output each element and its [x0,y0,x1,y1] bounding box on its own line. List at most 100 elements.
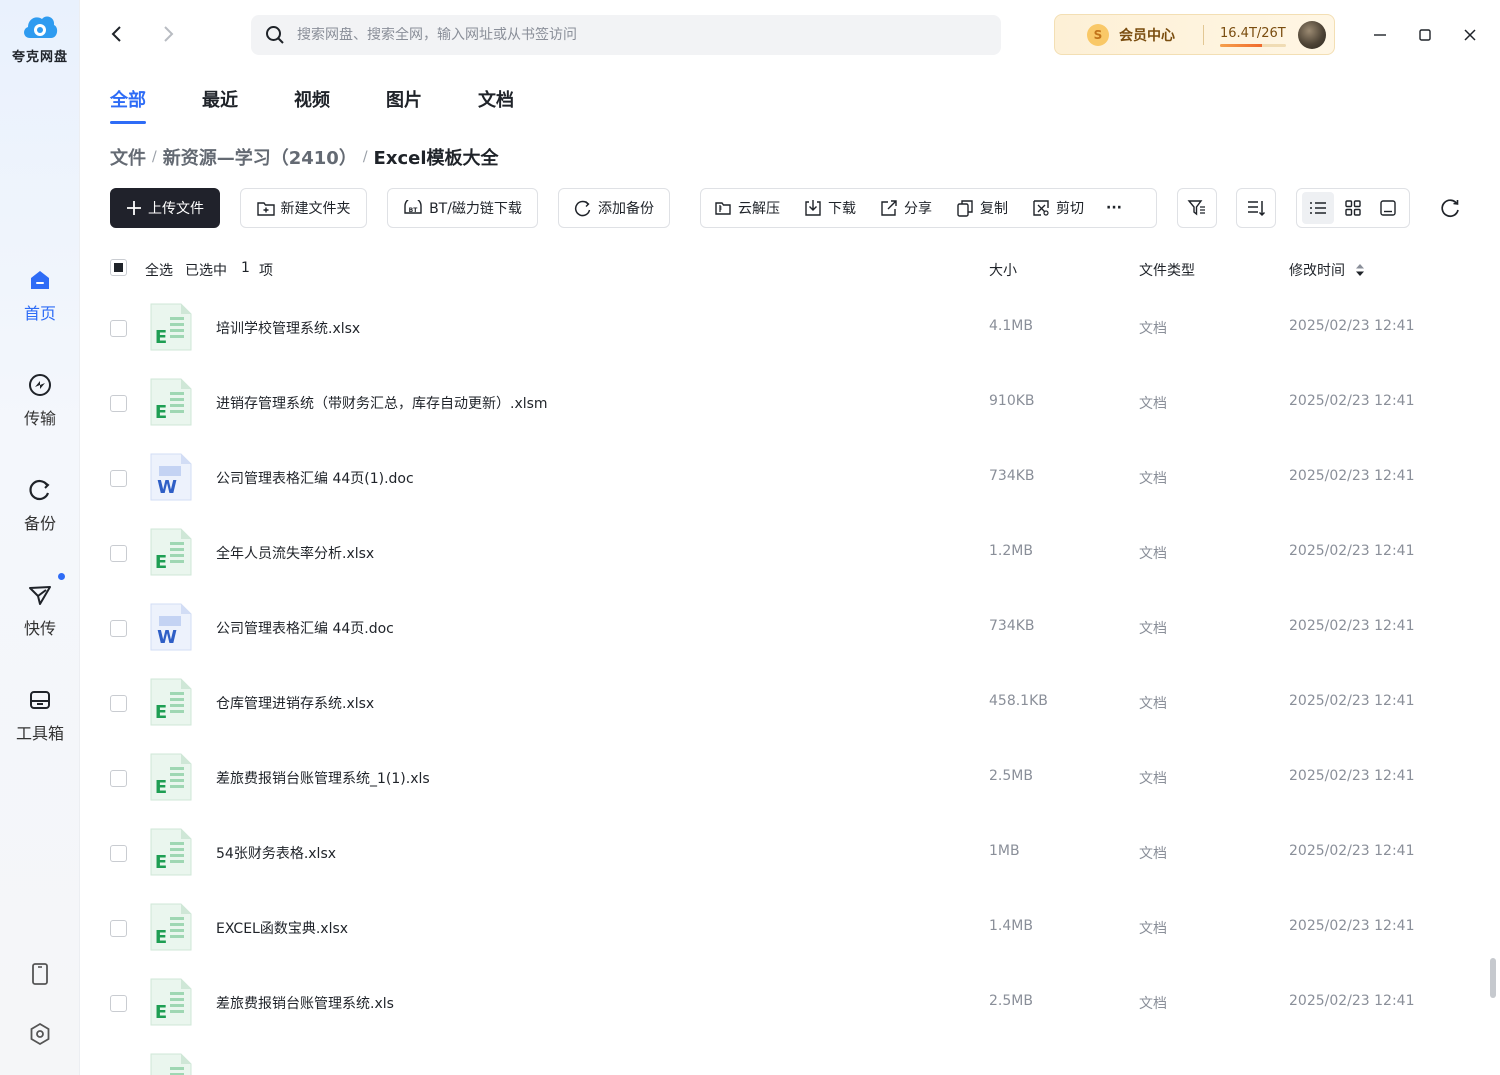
vip-coin-icon: S [1087,23,1109,46]
download-button[interactable]: 下载 [804,198,856,218]
file-name[interactable]: 差旅费报销台账管理系统_1(1).xls [216,768,430,788]
row-checkbox[interactable] [110,470,127,487]
grid-view-button[interactable] [1337,192,1369,224]
vip-center-button[interactable]: S 会员中心 16.4T/26T [1054,14,1335,55]
file-name[interactable]: 公司管理表格汇编 44页.doc [216,618,394,638]
table-row[interactable]: E 培训学校管理系统.xlsx 4.1MB 文档 2025/02/23 12:41 [80,290,1490,365]
table-row[interactable]: E 差旅费报销台账管理系统.xls 2.5MB 文档 2025/02/23 12:41 [80,965,1490,1040]
large-view-button[interactable] [1372,192,1404,224]
app-name: 夸克网盘 [11,50,68,65]
cut-button[interactable]: 剪切 [1032,198,1084,218]
more-button[interactable]: ··· [1106,200,1122,216]
row-checkbox[interactable] [110,395,127,412]
tab-images[interactable]: 图片 [386,86,422,124]
selected-suffix: 项 [259,263,273,279]
share-icon [881,200,897,216]
tab-documents[interactable]: 文档 [478,86,514,124]
new-folder-button[interactable]: 新建文件夹 [240,188,367,228]
table-row[interactable]: E [80,1040,1490,1075]
file-type: 文档 [1139,471,1167,487]
svg-text:E: E [155,702,167,723]
select-all-label[interactable]: 全选 [145,260,173,280]
refresh-icon [1441,199,1459,218]
excel-file-icon: E [150,303,192,351]
add-backup-label: 添加备份 [598,201,654,217]
app-logo[interactable]: 夸克网盘 [0,10,80,65]
table-row[interactable]: E 54张财务表格.xlsx 1MB 文档 2025/02/23 12:41 [80,815,1490,890]
filter-button[interactable] [1177,188,1217,228]
sort-button[interactable] [1236,188,1276,228]
file-name[interactable]: 54张财务表格.xlsx [216,843,336,863]
avatar[interactable] [1298,20,1326,49]
search-input[interactable] [297,27,977,43]
list-view-button[interactable] [1301,192,1334,224]
add-backup-button[interactable]: 添加备份 [558,188,670,228]
row-checkbox[interactable] [110,695,127,712]
refresh-button[interactable] [1438,196,1462,220]
minimize-button[interactable] [1367,22,1393,48]
row-checkbox[interactable] [110,920,127,937]
close-button[interactable] [1457,22,1483,48]
search-bar[interactable] [251,15,1001,55]
tab-video[interactable]: 视频 [294,86,330,124]
row-checkbox[interactable] [110,995,127,1012]
storage-progress-bar [1220,44,1286,47]
table-row[interactable]: E 仓库管理进销存系统.xlsx 458.1KB 文档 2025/02/23 12:41 [80,665,1490,740]
file-modified-time: 2025/02/23 12:41 [1289,618,1415,634]
forward-button[interactable] [156,22,180,46]
breadcrumb-folder[interactable]: 新资源—学习（2410） [163,144,357,170]
svg-text:E: E [155,1002,167,1023]
file-size: 734KB [989,468,1035,484]
upload-button[interactable]: 上传文件 [110,188,220,228]
breadcrumb: 文件 / 新资源—学习（2410） / Excel模板大全 [110,144,499,170]
tab-all[interactable]: 全部 [110,86,146,124]
tab-recent[interactable]: 最近 [202,86,238,124]
row-checkbox[interactable] [110,320,127,337]
table-row[interactable]: E EXCEL函数宝典.xlsx 1.4MB 文档 2025/02/23 12:41 [80,890,1490,965]
cut-label: 剪切 [1056,201,1084,217]
file-size: 458.1KB [989,693,1048,709]
view-mode-switcher [1296,188,1410,228]
file-name[interactable]: 进销存管理系统（带财务汇总，库存自动更新）.xlsm [216,393,548,413]
file-name[interactable]: 差旅费报销台账管理系统.xls [216,993,394,1013]
chevron-right-icon [164,26,174,42]
maximize-button[interactable] [1412,22,1438,48]
file-name[interactable]: 仓库管理进销存系统.xlsx [216,693,374,713]
scrollbar[interactable] [1490,958,1496,998]
row-checkbox[interactable] [110,770,127,787]
file-name[interactable]: EXCEL函数宝典.xlsx [216,918,348,938]
file-type: 文档 [1139,396,1167,412]
svg-text:W: W [157,477,177,498]
file-name[interactable]: 培训学校管理系统.xlsx [216,318,360,338]
cloud-logo-icon [24,16,58,38]
file-name[interactable]: 公司管理表格汇编 44页(1).doc [216,468,414,488]
list-view-icon [1309,202,1326,214]
table-row[interactable]: W 公司管理表格汇编 44页.doc 734KB 文档 2025/02/23 12:41 [80,590,1490,665]
row-checkbox[interactable] [110,545,127,562]
row-checkbox[interactable] [110,845,127,862]
file-size: 734KB [989,618,1035,634]
table-row[interactable]: E 进销存管理系统（带财务汇总，库存自动更新）.xlsm 910KB 文档 2025/0… [80,365,1490,440]
row-checkbox[interactable] [110,620,127,637]
bt-download-button[interactable]: BT BT/磁力链下载 [387,188,538,228]
breadcrumb-files[interactable]: 文件 [110,144,146,170]
unzip-icon [715,202,731,215]
maximize-icon [1419,29,1431,41]
table-row[interactable]: E 全年人员流失率分析.xlsx 1.2MB 文档 2025/02/23 12:41 [80,515,1490,590]
close-icon [1464,29,1476,41]
column-modified[interactable]: 修改时间 [1289,260,1345,280]
file-modified-time: 2025/02/23 12:41 [1289,543,1415,559]
file-name[interactable]: 全年人员流失率分析.xlsx [216,543,374,563]
file-size: 910KB [989,393,1035,409]
copy-button[interactable]: 复制 [956,198,1008,218]
select-all-checkbox[interactable] [110,259,127,276]
sort-toggle-icon[interactable] [1355,263,1365,277]
column-type[interactable]: 文件类型 [1139,260,1195,280]
table-row[interactable]: W 公司管理表格汇编 44页(1).doc 734KB 文档 2025/02/23 12… [80,440,1490,515]
column-size[interactable]: 大小 [989,260,1017,280]
table-row[interactable]: E 差旅费报销台账管理系统_1(1).xls 2.5MB 文档 2025/02/23 1… [80,740,1490,815]
bt-download-label: BT/磁力链下载 [429,201,522,217]
unzip-button[interactable]: 云解压 [714,198,780,218]
share-button[interactable]: 分享 [880,198,932,218]
back-button[interactable] [105,22,129,46]
